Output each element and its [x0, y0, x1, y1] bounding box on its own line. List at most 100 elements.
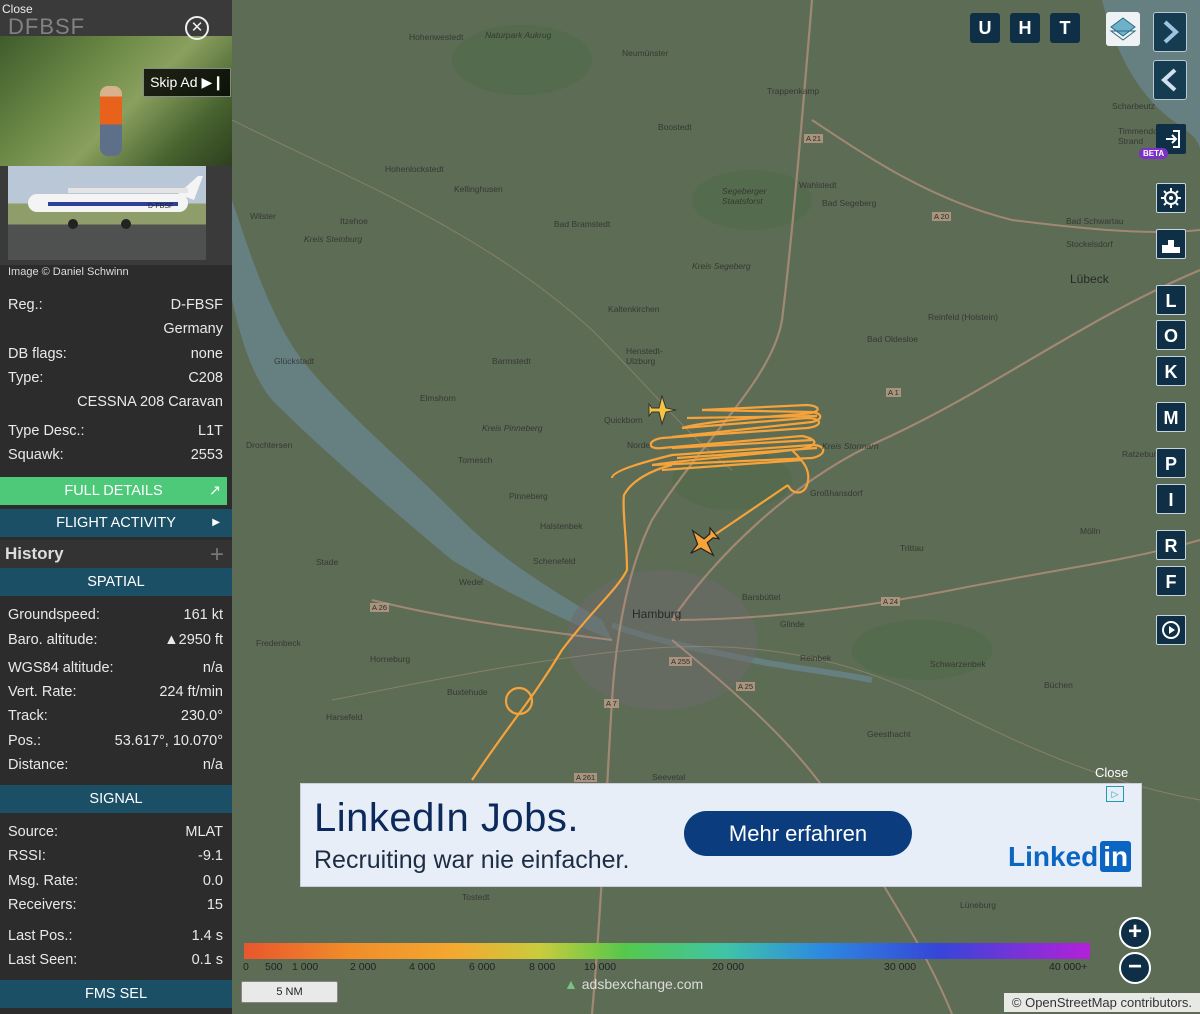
signal-header: SIGNAL	[0, 785, 232, 813]
history-section[interactable]: History +	[0, 540, 232, 568]
place-label: Kreis Segeberg	[692, 261, 751, 271]
legend-tick: 2 000	[350, 961, 377, 973]
skip-ad-button[interactable]: Skip Ad ▶❙	[143, 68, 231, 97]
ad-cta-button[interactable]: Mehr erfahren	[684, 811, 912, 856]
toggle-m-button[interactable]: M	[1156, 402, 1186, 432]
place-label: Drochtersen	[246, 440, 293, 450]
adsbexchange-brand: ▲ adsbexchange.com	[564, 976, 703, 992]
road-label: A 21	[804, 134, 824, 143]
place-label: Tostedt	[462, 892, 490, 902]
linkedin-logo: Linked in	[1008, 841, 1132, 873]
full-details-button[interactable]: FULL DETAILS ↗	[0, 477, 227, 505]
place-label: Halstenbek	[540, 521, 583, 531]
type-name-value: CESSNA 208 Caravan	[77, 394, 223, 410]
place-label: Trappenkamp	[767, 86, 820, 96]
toggle-i-button[interactable]: I	[1156, 484, 1186, 514]
adsb-logo-icon: ▲	[564, 976, 582, 992]
place-label: Kreis Stormarn	[822, 441, 879, 451]
vert-rate-value: 224 ft/min	[159, 684, 223, 700]
osm-attribution[interactable]: © OpenStreetMap contributors.	[1003, 993, 1200, 1012]
linkedin-banner-ad[interactable]: LinkedIn Jobs. Recruiting war nie einfac…	[300, 783, 1142, 887]
adchoices-icon[interactable]: ▷	[1106, 786, 1124, 802]
place-label: Trittau	[900, 543, 924, 553]
stats-button[interactable]	[1156, 229, 1186, 259]
fms-sel-header[interactable]: FMS SEL	[0, 980, 232, 1008]
toggle-r-button[interactable]: R	[1156, 530, 1186, 560]
video-ad[interactable]: Close DFBSF ✕ Skip Ad ▶❙ D-FBSF	[0, 0, 232, 265]
place-label: Großhansdorf	[810, 488, 863, 498]
groundspeed-value: 161 kt	[183, 607, 224, 623]
zoom-out-button[interactable]: −	[1119, 952, 1151, 984]
close-icon[interactable]: ✕	[185, 16, 209, 40]
place-label: Boostedt	[658, 122, 692, 132]
msg-rate-value: 0.0	[202, 873, 223, 889]
source-label: Source:	[8, 824, 58, 840]
legend-tick: 40 000+	[1049, 961, 1088, 973]
place-label: Wahlstedt	[799, 180, 837, 190]
ad-close-link[interactable]: Close	[1095, 765, 1128, 780]
podium-icon	[1162, 240, 1180, 253]
reg-label: Reg.:	[8, 297, 43, 313]
last-pos-value: 1.4 s	[191, 928, 223, 944]
place-label: Glückstadt	[274, 356, 315, 366]
settings-button[interactable]	[1156, 183, 1186, 213]
place-label: Henstedt-Ulzburg	[626, 346, 663, 366]
place-label: Reinbek	[800, 653, 832, 663]
place-label: Bad Bramstedt	[554, 219, 611, 229]
layers-icon	[1109, 17, 1137, 41]
toggle-l-button[interactable]: L	[1156, 285, 1186, 315]
typedesc-label: Type Desc.:	[8, 423, 85, 439]
place-label: Pinneberg	[509, 491, 548, 501]
aircraft-photo[interactable]: D-FBSF	[8, 166, 206, 260]
next-aircraft-button[interactable]	[1153, 12, 1187, 52]
other-aircraft-icon[interactable]	[648, 394, 677, 426]
photo-credit: Image © Daniel Schwinn	[8, 266, 129, 278]
legend-tick: 500	[265, 961, 283, 973]
baro-altitude-value: ▲2950 ft	[164, 632, 223, 648]
legend-tick: 20 000	[712, 961, 745, 973]
flight-activity-button[interactable]: FLIGHT ACTIVITY ▶	[0, 509, 232, 537]
toggle-f-button[interactable]: F	[1156, 566, 1186, 596]
plus-icon[interactable]: +	[210, 541, 224, 569]
place-label: Schenefeld	[533, 556, 576, 566]
place-label: Bad Segeberg	[822, 198, 877, 208]
legend-tick: 10 000	[584, 961, 617, 973]
replay-icon	[1162, 621, 1180, 639]
place-label: Seevetal	[652, 772, 686, 782]
ad-subline: Recruiting war nie einfacher.	[314, 846, 630, 874]
forest-area	[852, 620, 992, 680]
logo-in-box: in	[1100, 841, 1132, 872]
layers-button[interactable]	[1106, 12, 1140, 46]
zoom-in-button[interactable]: +	[1119, 917, 1151, 949]
place-label: Horneburg	[370, 654, 411, 664]
replay-button[interactable]	[1156, 615, 1186, 645]
selected-aircraft-icon[interactable]	[680, 521, 724, 565]
toggle-o-button[interactable]: O	[1156, 320, 1186, 350]
typedesc-value: L1T	[198, 423, 223, 439]
place-label: Wedel	[459, 577, 483, 587]
position-value: 53.617°, 10.070°	[114, 733, 223, 749]
ad-video-frame[interactable]	[0, 36, 232, 166]
legend-tick: 8 000	[529, 961, 556, 973]
place-label: Neumünster	[622, 48, 669, 58]
logo-text: Linked	[1008, 841, 1099, 872]
toggle-k-button[interactable]: K	[1156, 356, 1186, 386]
history-label: History	[5, 544, 64, 563]
svg-text:D-FBSF: D-FBSF	[148, 203, 173, 210]
place-label: Segeberger Staatsforst	[722, 186, 767, 206]
toggle-u-button[interactable]: U	[970, 13, 1000, 43]
place-label: Lübeck	[1070, 272, 1109, 286]
beta-badge: BETA	[1139, 148, 1169, 159]
toggle-h-button[interactable]: H	[1010, 13, 1040, 43]
prev-aircraft-button[interactable]	[1153, 60, 1187, 100]
place-label: Kreis Pinneberg	[482, 423, 543, 433]
place-label: Stockelsdorf	[1066, 239, 1113, 249]
wgs84-altitude-label: WGS84 altitude:	[8, 660, 114, 676]
toggle-p-button[interactable]: P	[1156, 448, 1186, 478]
place-label: Elmshorn	[420, 393, 456, 403]
toggle-t-button[interactable]: T	[1050, 13, 1080, 43]
place-label: Hamburg	[632, 607, 682, 621]
legend-tick: 4 000	[409, 961, 436, 973]
legend-tick: 1 000	[292, 961, 319, 973]
place-label: Schwarzenbek	[930, 659, 986, 669]
